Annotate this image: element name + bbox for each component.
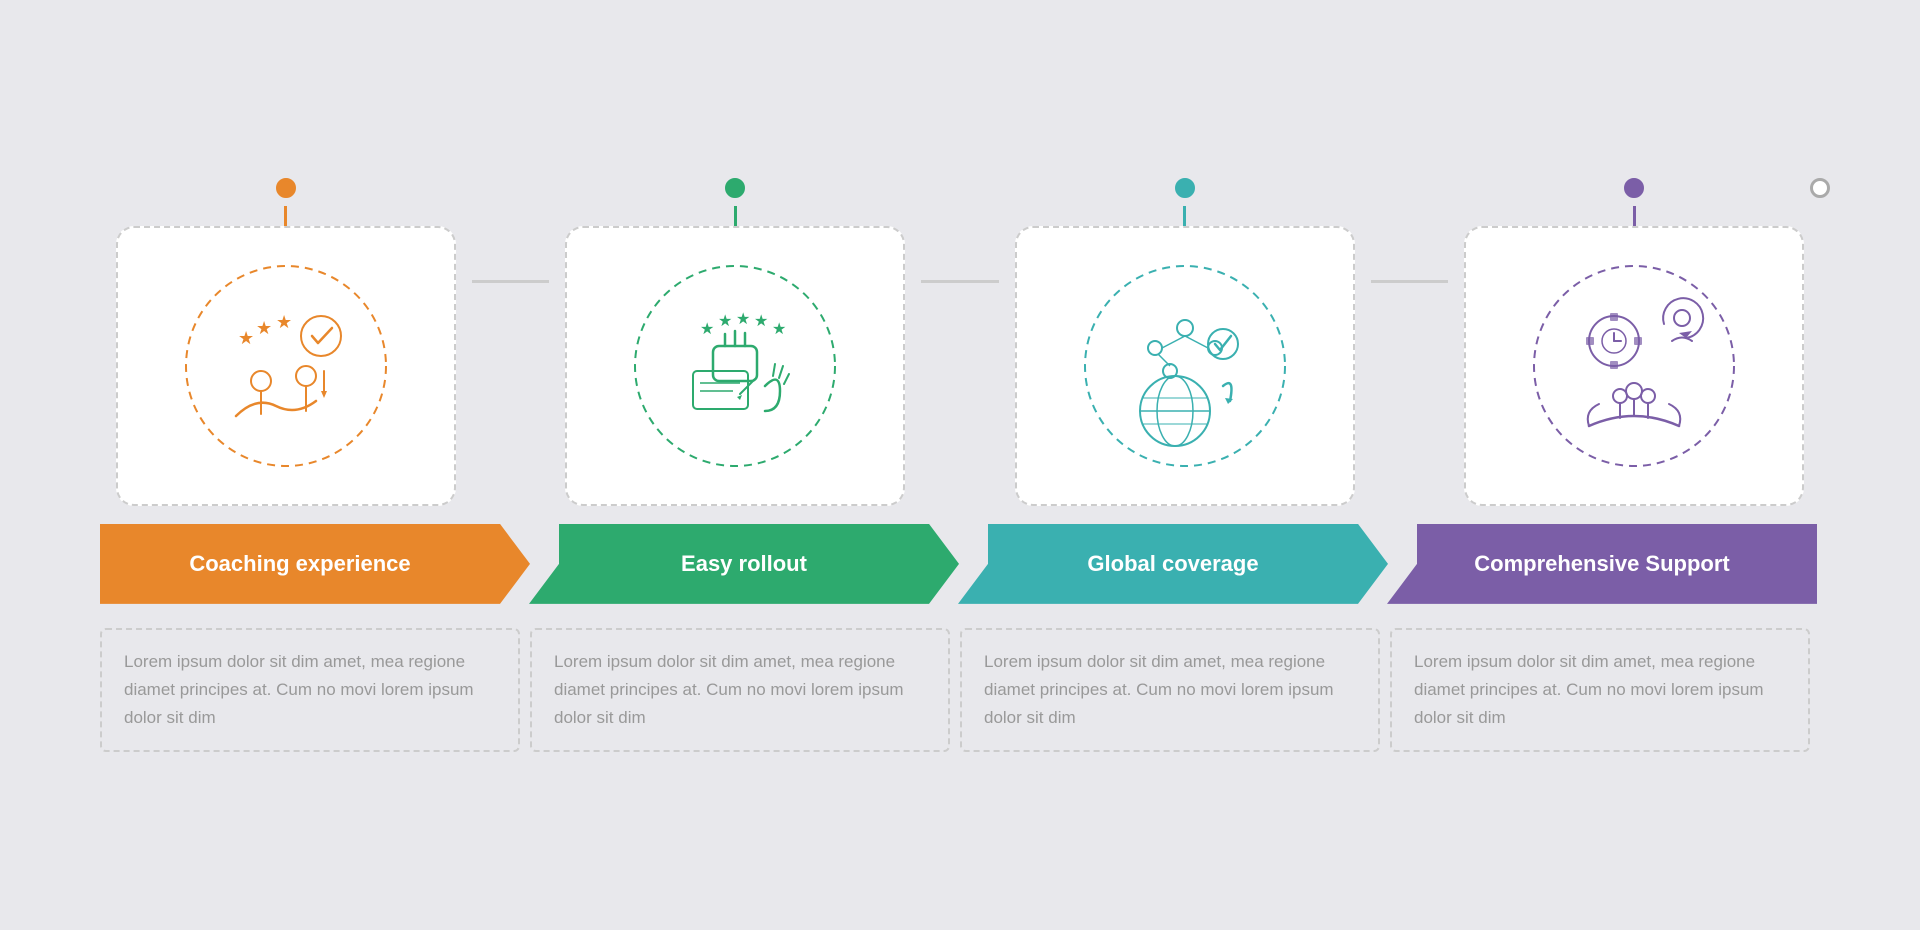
hline-3 bbox=[1371, 280, 1449, 283]
svg-text:★: ★ bbox=[276, 312, 292, 332]
vline-1 bbox=[284, 206, 287, 226]
vline-4 bbox=[1633, 206, 1636, 226]
text-block-coverage: Lorem ipsum dolor sit dim amet, mea regi… bbox=[960, 628, 1380, 752]
support-svg bbox=[1524, 256, 1744, 476]
svg-text:★: ★ bbox=[754, 313, 768, 330]
text-support: Lorem ipsum dolor sit dim amet, mea regi… bbox=[1414, 648, 1786, 732]
svg-text:★: ★ bbox=[736, 311, 750, 328]
dot-coverage bbox=[1175, 178, 1195, 198]
text-rollout: Lorem ipsum dolor sit dim amet, mea regi… bbox=[554, 648, 926, 732]
arrow-label-coverage: Global coverage bbox=[1087, 551, 1258, 577]
dot-end bbox=[1810, 178, 1830, 198]
dot-support bbox=[1624, 178, 1644, 198]
card-rollout: ★ ★ ★ ★ ★ bbox=[549, 178, 921, 506]
text-block-coaching: Lorem ipsum dolor sit dim amet, mea regi… bbox=[100, 628, 520, 752]
arrow-shape-coaching: Coaching experience bbox=[100, 524, 530, 604]
arrow-label-coaching: Coaching experience bbox=[189, 551, 440, 577]
svg-text:★: ★ bbox=[238, 328, 254, 348]
icon-card-coverage bbox=[1015, 226, 1355, 506]
card-support bbox=[1448, 178, 1820, 506]
arrow-label-support: Comprehensive Support bbox=[1474, 551, 1729, 577]
arrow-rollout: Easy rollout bbox=[529, 524, 959, 604]
hline-1 bbox=[472, 280, 550, 283]
text-block-rollout: Lorem ipsum dolor sit dim amet, mea regi… bbox=[530, 628, 950, 752]
text-row: Lorem ipsum dolor sit dim amet, mea regi… bbox=[100, 628, 1820, 752]
card-coaching: ★ ★ ★ bbox=[100, 178, 472, 506]
arrow-support: Comprehensive Support bbox=[1387, 524, 1817, 604]
hline-2 bbox=[921, 280, 999, 283]
arrow-label-rollout: Easy rollout bbox=[681, 551, 807, 577]
arrow-coaching: Coaching experience bbox=[100, 524, 530, 604]
icon-card-coaching: ★ ★ ★ bbox=[116, 226, 456, 506]
text-block-support: Lorem ipsum dolor sit dim amet, mea regi… bbox=[1390, 628, 1810, 752]
vline-2 bbox=[734, 206, 737, 226]
svg-text:★: ★ bbox=[718, 313, 732, 330]
arrow-shape-coverage: Global coverage bbox=[958, 524, 1388, 604]
icon-card-rollout: ★ ★ ★ ★ ★ bbox=[565, 226, 905, 506]
svg-text:★: ★ bbox=[256, 318, 272, 338]
infographic: ★ ★ ★ ★ ★ ★ bbox=[60, 178, 1860, 752]
dot-coaching bbox=[276, 178, 296, 198]
svg-text:★: ★ bbox=[700, 321, 714, 338]
arrow-shape-rollout: Easy rollout bbox=[529, 524, 959, 604]
svg-text:★: ★ bbox=[772, 321, 786, 338]
rollout-svg: ★ ★ ★ ★ ★ bbox=[625, 256, 845, 476]
coaching-svg: ★ ★ ★ bbox=[176, 256, 396, 476]
coverage-svg bbox=[1075, 256, 1295, 476]
vline-3 bbox=[1183, 206, 1186, 226]
card-coverage bbox=[999, 178, 1371, 506]
text-coverage: Lorem ipsum dolor sit dim amet, mea regi… bbox=[984, 648, 1356, 732]
arrow-shape-support: Comprehensive Support bbox=[1387, 524, 1817, 604]
arrow-coverage: Global coverage bbox=[958, 524, 1388, 604]
arrows-row: Coaching experience Easy rollout Global … bbox=[100, 524, 1820, 604]
text-coaching: Lorem ipsum dolor sit dim amet, mea regi… bbox=[124, 648, 496, 732]
icon-card-support bbox=[1464, 226, 1804, 506]
down-arrow bbox=[1755, 604, 1787, 628]
dot-rollout bbox=[725, 178, 745, 198]
